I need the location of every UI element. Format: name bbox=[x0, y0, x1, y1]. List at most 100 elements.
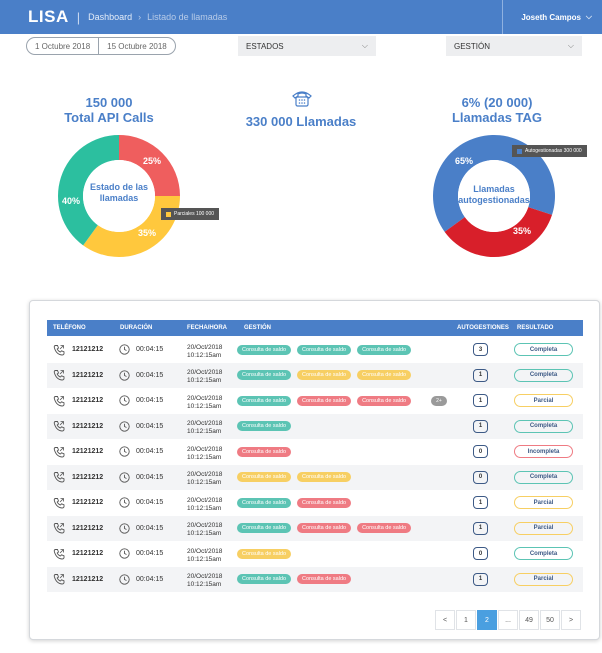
autogestiones-count[interactable]: 3 bbox=[473, 343, 488, 356]
result-badge[interactable]: Completa bbox=[514, 419, 573, 433]
phone-call-icon[interactable] bbox=[53, 395, 65, 407]
gestion-tag[interactable]: Consulta de saldo bbox=[297, 370, 352, 380]
table-row[interactable]: 12121212 00:04:15 20/Oct/2018 10:12:15am … bbox=[47, 515, 583, 541]
date-range-picker[interactable]: 1 Octubre 2018 15 Octubre 2018 bbox=[26, 37, 176, 55]
gestion-tag[interactable]: Consulta de saldo bbox=[237, 497, 292, 508]
donut1-center-label: Estado de las llamadas bbox=[89, 182, 149, 203]
datetime-value: 20/Oct/2018 10:12:15am bbox=[187, 445, 223, 461]
date-end[interactable]: 15 Octubre 2018 bbox=[99, 42, 175, 51]
gestion-tag[interactable]: Consulta de saldo bbox=[237, 523, 292, 533]
more-tags-badge[interactable]: 2+ bbox=[431, 395, 447, 406]
tooltip-swatch bbox=[517, 148, 522, 154]
clock-icon bbox=[119, 497, 130, 508]
table-row[interactable]: 12121212 00:04:15 20/Oct/2018 10:12:15am … bbox=[47, 439, 583, 464]
phone-call-icon[interactable] bbox=[53, 522, 65, 534]
estados-label: ESTADOS bbox=[246, 41, 284, 51]
page-button[interactable]: ... bbox=[498, 610, 518, 630]
gestion-tag[interactable]: Consulta de saldo bbox=[237, 472, 292, 482]
table-row[interactable]: 12121212 00:04:15 20/Oct/2018 10:12:15am … bbox=[47, 337, 583, 362]
page-button[interactable]: 49 bbox=[519, 610, 539, 630]
page-button[interactable]: 50 bbox=[540, 610, 560, 630]
clock-icon bbox=[119, 420, 130, 432]
gestion-tag[interactable]: Consulta de saldo bbox=[357, 344, 412, 355]
result-badge[interactable]: Completa bbox=[514, 470, 573, 484]
phone-call-icon[interactable] bbox=[53, 497, 65, 509]
next-page-button[interactable]: > bbox=[561, 610, 581, 630]
result-badge[interactable]: Parcial bbox=[514, 572, 573, 586]
phone-cell: 12121212 bbox=[53, 465, 103, 490]
gestion-tag[interactable]: Consulta de saldo bbox=[297, 497, 352, 508]
duration-cell: 00:04:15 bbox=[119, 388, 163, 413]
gestion-tag[interactable]: Consulta de saldo bbox=[237, 548, 292, 559]
table-row[interactable]: 12121212 00:04:15 20/Oct/2018 10:12:15am … bbox=[47, 413, 583, 439]
autogestiones-count[interactable]: 0 bbox=[473, 470, 488, 484]
phone-call-icon[interactable] bbox=[53, 420, 65, 432]
phone-call-icon[interactable] bbox=[53, 446, 65, 458]
gestion-tag[interactable]: Consulta de saldo bbox=[237, 446, 292, 457]
gestion-tag[interactable]: Consulta de saldo bbox=[237, 421, 292, 431]
gestion-tag[interactable]: Consulta de saldo bbox=[297, 344, 352, 355]
brand-logo[interactable]: LISA bbox=[28, 7, 69, 27]
table-row[interactable]: 12121212 00:04:15 20/Oct/2018 10:12:15am … bbox=[47, 541, 583, 566]
table-row[interactable]: 12121212 00:04:15 20/Oct/2018 10:12:15am … bbox=[47, 388, 583, 413]
result-badge[interactable]: Parcial bbox=[514, 394, 573, 407]
user-menu[interactable]: Joseth Campos ⌵ bbox=[502, 0, 592, 34]
col-autogestiones: AUTOGESTIONES bbox=[457, 325, 509, 331]
datetime-cell: 20/Oct/2018 10:12:15am bbox=[187, 439, 222, 464]
gestion-tag[interactable]: Consulta de saldo bbox=[237, 574, 292, 584]
datetime-cell: 20/Oct/2018 10:12:15am bbox=[187, 363, 222, 388]
autogestiones-count[interactable]: 1 bbox=[473, 368, 488, 382]
estados-select[interactable]: ESTADOS ⌵ bbox=[238, 36, 376, 56]
phone-call-icon[interactable] bbox=[53, 548, 65, 560]
autogestiones-count[interactable]: 1 bbox=[473, 521, 488, 535]
autogestiones-count[interactable]: 1 bbox=[473, 419, 488, 433]
gestion-tag[interactable]: Consulta de saldo bbox=[237, 395, 292, 406]
gestion-tag[interactable]: Consulta de saldo bbox=[297, 523, 352, 533]
page-button[interactable]: 2 bbox=[477, 610, 497, 630]
phone-number: 12121212 bbox=[72, 397, 104, 404]
date-start[interactable]: 1 Octubre 2018 bbox=[27, 42, 98, 51]
phone-cell: 12121212 bbox=[53, 363, 103, 388]
gestion-tag[interactable]: Consulta de saldo bbox=[237, 344, 292, 355]
gestion-tag[interactable]: Consulta de saldo bbox=[357, 523, 412, 533]
tag-value: 6% (20 000) bbox=[461, 95, 533, 110]
gestion-cell: Consulta de saldo Consulta de saldo Consul… bbox=[237, 363, 417, 388]
phone-call-icon[interactable] bbox=[53, 344, 65, 356]
result-badge[interactable]: Completa bbox=[514, 368, 573, 382]
table-row[interactable]: 12121212 00:04:15 20/Oct/2018 10:12:15am … bbox=[47, 566, 583, 592]
result-badge[interactable]: Incompleta bbox=[514, 445, 573, 458]
autogestiones-count[interactable]: 1 bbox=[473, 572, 488, 586]
autogestiones-count[interactable]: 1 bbox=[473, 394, 488, 407]
gestion-select[interactable]: GESTIÓN ⌵ bbox=[446, 36, 582, 56]
table-row[interactable]: 12121212 00:04:15 20/Oct/2018 10:12:15am … bbox=[47, 464, 583, 490]
clock-icon bbox=[119, 573, 130, 585]
autogestiones-count[interactable]: 0 bbox=[473, 445, 488, 458]
phone-call-icon[interactable] bbox=[53, 369, 65, 381]
gestion-tag[interactable]: Consulta de saldo bbox=[297, 574, 352, 584]
autogestiones-count[interactable]: 1 bbox=[473, 496, 488, 509]
table-row[interactable]: 12121212 00:04:15 20/Oct/2018 10:12:15am … bbox=[47, 490, 583, 515]
page-button[interactable]: 1 bbox=[456, 610, 476, 630]
gestion-tag[interactable]: Consulta de saldo bbox=[237, 370, 292, 380]
phone-number: 12121212 bbox=[72, 371, 104, 379]
breadcrumb-dashboard[interactable]: Dashboard bbox=[88, 12, 132, 22]
result-badge[interactable]: Parcial bbox=[514, 521, 573, 535]
gestion-cell: Consulta de saldo Consulta de saldo Consul… bbox=[237, 388, 447, 413]
gestion-tag[interactable]: Consulta de saldo bbox=[297, 395, 352, 406]
phone-call-icon[interactable] bbox=[53, 471, 65, 483]
gestion-tag[interactable]: Consulta de saldo bbox=[357, 395, 412, 406]
col-duracion: DURACIÓN bbox=[120, 325, 153, 331]
result-badge[interactable]: Completa bbox=[514, 547, 573, 560]
gestion-tag[interactable]: Consulta de saldo bbox=[297, 472, 352, 482]
autogestiones-count[interactable]: 0 bbox=[473, 547, 488, 560]
prev-page-button[interactable]: < bbox=[435, 610, 455, 630]
phone-cell: 12121212 bbox=[53, 439, 103, 464]
gestion-tag[interactable]: Consulta de saldo bbox=[357, 370, 412, 380]
duration-value: 00:04:15 bbox=[136, 422, 164, 430]
result-badge[interactable]: Completa bbox=[514, 343, 573, 356]
phone-call-icon[interactable] bbox=[53, 573, 65, 585]
resultado-cell: Incompleta bbox=[514, 439, 573, 464]
table-row[interactable]: 12121212 00:04:15 20/Oct/2018 10:12:15am … bbox=[47, 362, 583, 388]
result-badge[interactable]: Parcial bbox=[514, 496, 573, 509]
gestion-cell: Consulta de saldo bbox=[237, 439, 297, 464]
